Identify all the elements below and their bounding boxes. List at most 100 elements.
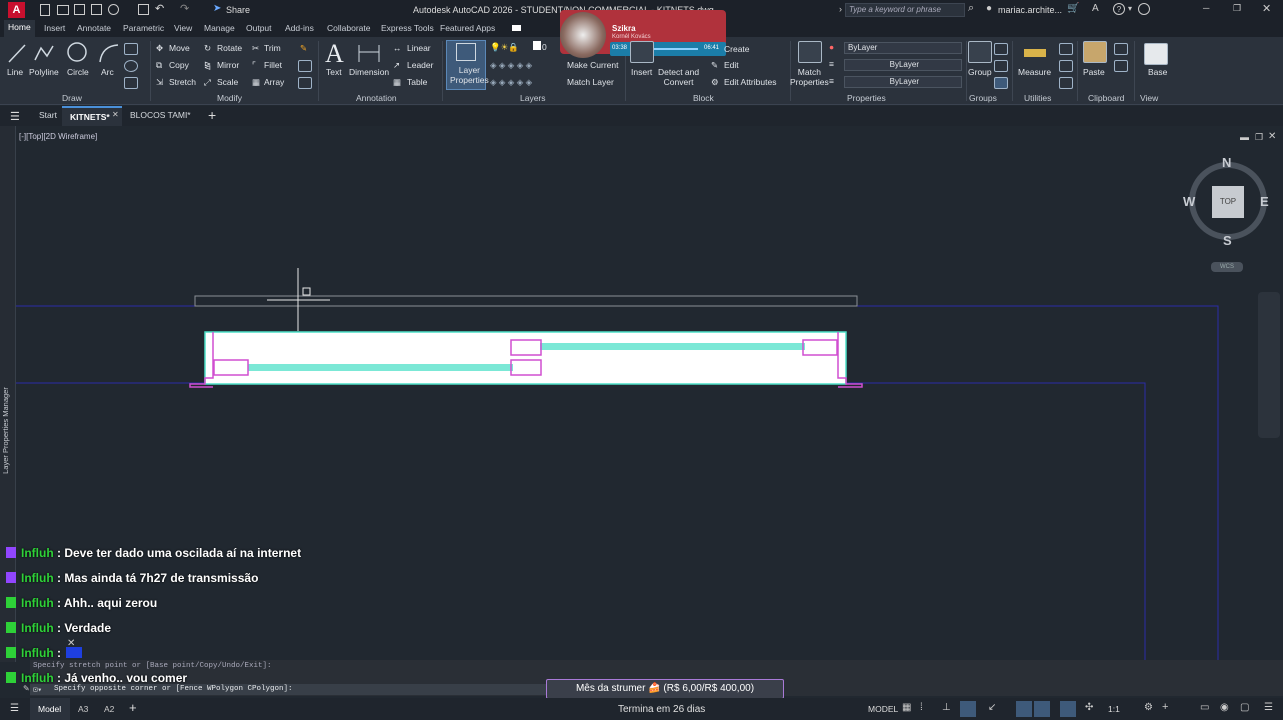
- app-menu-icon[interactable]: ☰: [10, 110, 20, 123]
- tab-featured-apps[interactable]: Featured Apps: [440, 23, 495, 33]
- paste-button[interactable]: Paste: [1083, 67, 1105, 77]
- settings-icon[interactable]: ⚙: [1144, 702, 1153, 713]
- help-icon[interactable]: ?: [1113, 3, 1125, 15]
- model-tab[interactable]: Model: [30, 698, 70, 720]
- tab-add-ins[interactable]: Add-ins: [285, 23, 314, 33]
- model-space-toggle[interactable]: MODEL: [868, 704, 898, 714]
- layer-tools-icons[interactable]: ◈ ◈ ◈ ◈ ◈: [490, 60, 532, 71]
- linetype-dropdown[interactable]: ByLayer: [844, 59, 962, 71]
- new-file-icon[interactable]: [40, 4, 50, 16]
- copy-clip-icon[interactable]: [1114, 60, 1128, 72]
- paste-icon[interactable]: [1083, 41, 1107, 63]
- layout-tab-a3[interactable]: A3: [78, 704, 88, 714]
- undo-icon[interactable]: ↶: [155, 2, 164, 15]
- make-current-button[interactable]: Make Current: [567, 60, 619, 70]
- tab-close-icon[interactable]: ✕: [112, 110, 119, 119]
- ungroup-icon[interactable]: [994, 43, 1008, 55]
- web-save-icon[interactable]: [108, 4, 119, 15]
- detect-convert-button[interactable]: Detect and Convert: [658, 67, 699, 87]
- command-input[interactable]: ⊡▾ Specify opposite corner or [Fence WPo…: [30, 684, 550, 695]
- autodesk-app-icon[interactable]: A: [1092, 3, 1099, 14]
- cut-icon[interactable]: [1114, 43, 1128, 55]
- copy-button[interactable]: Copy: [169, 60, 189, 70]
- boundary-icon[interactable]: [124, 77, 138, 89]
- leader-dropdown[interactable]: Leader: [407, 60, 433, 70]
- share-icon[interactable]: ➤: [213, 3, 221, 14]
- linear-dropdown[interactable]: Linear: [407, 43, 431, 53]
- arc-button[interactable]: Arc: [101, 67, 114, 77]
- tab-blocos-tami[interactable]: BLOCOS TAMI*: [130, 110, 191, 120]
- quick-select-icon[interactable]: [1059, 43, 1073, 55]
- fillet-button[interactable]: Fillet: [264, 60, 282, 70]
- save-as-icon[interactable]: [91, 4, 102, 15]
- dimension-button[interactable]: Dimension: [349, 67, 389, 77]
- layer-properties-button[interactable]: Layer Properties: [450, 65, 489, 85]
- layer-tools-icons-2[interactable]: ◈ ◈ ◈ ◈ ◈: [490, 77, 532, 88]
- layer-dropdown[interactable]: 0: [542, 42, 547, 52]
- match-layer-button[interactable]: Match Layer: [567, 77, 614, 87]
- base-button[interactable]: Base: [1148, 67, 1167, 77]
- edit-attributes-button[interactable]: Edit Attributes: [724, 77, 776, 87]
- groups-panel-title[interactable]: Groups: [969, 93, 997, 103]
- search-icon[interactable]: ⌕: [968, 2, 974, 15]
- command-wrench-icon[interactable]: ✎: [23, 684, 30, 693]
- text-icon[interactable]: A: [325, 39, 344, 69]
- hatch-icon[interactable]: [124, 60, 138, 72]
- open-file-icon[interactable]: [57, 5, 69, 15]
- restore-icon[interactable]: ❐: [1233, 3, 1241, 14]
- line-icon[interactable]: [7, 42, 27, 64]
- erase-icon[interactable]: ✎: [300, 43, 307, 54]
- hardware-accel-icon[interactable]: ▭: [1200, 702, 1209, 713]
- edit-block-button[interactable]: Edit: [724, 60, 739, 70]
- trim-button[interactable]: Trim: [264, 43, 281, 53]
- tab-start[interactable]: Start: [39, 110, 57, 120]
- text-button[interactable]: Text: [326, 67, 342, 77]
- snap-icon[interactable]: ⁞: [920, 702, 923, 713]
- share-button[interactable]: Share: [226, 5, 250, 15]
- insert-block-icon[interactable]: [630, 41, 654, 63]
- user-name[interactable]: mariac.archite...: [998, 5, 1062, 15]
- group-icon[interactable]: [968, 41, 992, 63]
- add-layout-icon[interactable]: +: [129, 700, 137, 715]
- utilities-panel-title[interactable]: Utilities: [1024, 93, 1051, 103]
- isolate-icon[interactable]: ◉: [1220, 702, 1229, 713]
- draw-panel-title[interactable]: Draw: [62, 93, 82, 103]
- arc-icon[interactable]: [98, 42, 120, 64]
- grid-icon[interactable]: ▦: [902, 702, 911, 713]
- create-block-button[interactable]: Create: [724, 44, 750, 54]
- modify-panel-title[interactable]: Modify: [217, 93, 242, 103]
- rotate-button[interactable]: Rotate: [217, 43, 242, 53]
- clean-screen-icon[interactable]: ▢: [1240, 702, 1249, 713]
- tab-output[interactable]: Output: [246, 23, 272, 33]
- layout-menu-icon[interactable]: ☰: [10, 703, 19, 714]
- polar-icon[interactable]: [960, 701, 976, 717]
- polyline-icon[interactable]: [33, 42, 55, 64]
- measure-button[interactable]: Measure: [1018, 67, 1051, 77]
- add-icon[interactable]: +: [1162, 701, 1168, 713]
- group-select-icon[interactable]: [994, 77, 1008, 89]
- tab-home[interactable]: Home: [4, 20, 35, 37]
- circle-button[interactable]: Circle: [67, 67, 89, 77]
- layers-panel-title[interactable]: Layers: [520, 93, 546, 103]
- user-icon[interactable]: ●: [986, 3, 992, 14]
- layer-on-icon[interactable]: 💡☀🔒: [490, 42, 519, 53]
- learn-icon[interactable]: [1138, 3, 1150, 15]
- group-edit-icon[interactable]: [994, 60, 1008, 72]
- array-button[interactable]: Array: [264, 77, 284, 87]
- annotation-monitor-icon[interactable]: [1060, 701, 1076, 717]
- save-icon[interactable]: [74, 4, 85, 15]
- scale-button[interactable]: Scale: [217, 77, 238, 87]
- plot-icon[interactable]: [138, 4, 149, 15]
- ribbon-toggle-icon[interactable]: [512, 25, 521, 31]
- new-tab-icon[interactable]: +: [208, 107, 216, 123]
- tab-view[interactable]: View: [174, 23, 192, 33]
- tab-express-tools[interactable]: Express Tools: [381, 23, 434, 33]
- lineweight-dropdown[interactable]: ByLayer: [844, 76, 962, 88]
- base-view-icon[interactable]: [1144, 43, 1168, 65]
- app-logo[interactable]: A: [8, 2, 25, 18]
- view-panel-title[interactable]: View: [1140, 93, 1158, 103]
- match-properties-icon[interactable]: [798, 41, 822, 63]
- color-dropdown[interactable]: ByLayer: [844, 42, 962, 54]
- layout-tab-a2[interactable]: A2: [104, 704, 114, 714]
- line-button[interactable]: Line: [7, 67, 23, 77]
